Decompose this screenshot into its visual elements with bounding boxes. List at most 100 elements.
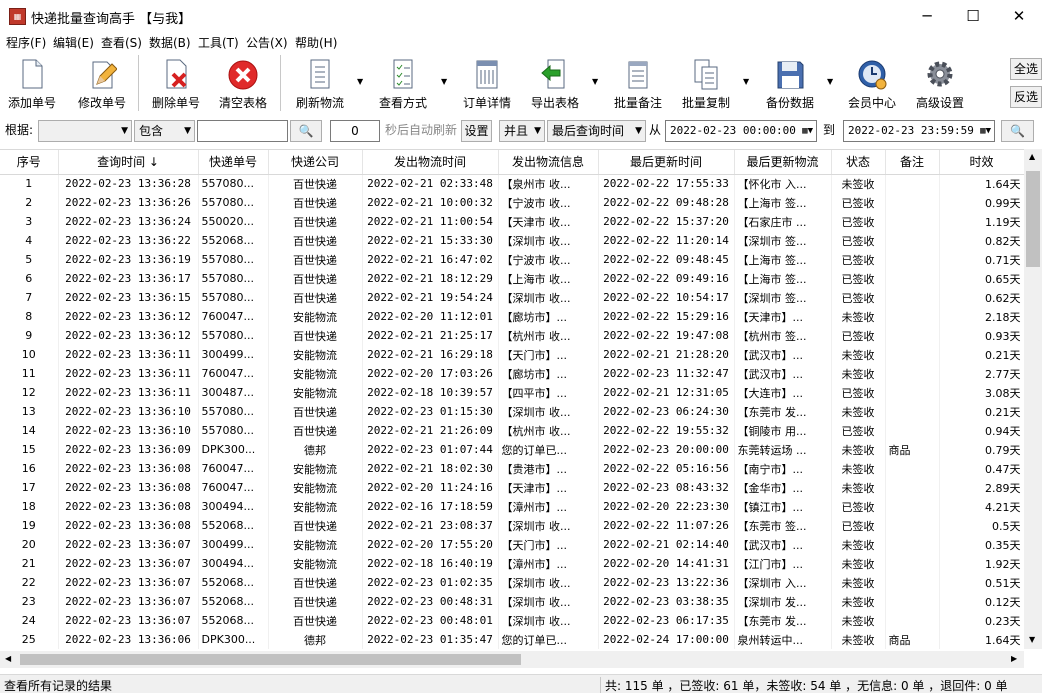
cell-tracking-number[interactable]: DPK300... <box>198 440 269 459</box>
member-center-button[interactable]: 会员中心 <box>842 55 902 111</box>
cell-courier[interactable]: 百世快递 <box>268 421 363 440</box>
batch-note-button[interactable]: 批量备注 <box>608 55 668 111</box>
cell-update-time[interactable]: 2022-02-22 09:49:16 <box>598 269 735 288</box>
cell-note[interactable] <box>885 402 940 421</box>
table-row[interactable]: 7 2022-02-23 13:36:15 557080... 百世快递 2022-02… <box>0 288 1024 307</box>
cell-status[interactable]: 已签收 <box>831 497 886 516</box>
scroll-right-icon[interactable]: ▶ <box>1011 654 1017 663</box>
cell-courier[interactable]: 安能物流 <box>268 364 363 383</box>
cell-note[interactable] <box>885 174 940 193</box>
cell-duration[interactable]: 3.08天 <box>939 383 1024 402</box>
cell-courier[interactable]: 百世快递 <box>268 250 363 269</box>
table-row[interactable]: 13 2022-02-23 13:36:10 557080... 百世快递 2022-0… <box>0 402 1024 421</box>
cell-tracking-number[interactable]: 552068... <box>198 516 269 535</box>
col-header-update-time[interactable]: 最后更新时间 <box>598 150 735 175</box>
cell-status[interactable]: 未签收 <box>831 478 886 497</box>
cell-ship-time[interactable]: 2022-02-21 19:54:24 <box>362 288 499 307</box>
cell-tracking-number[interactable]: 557080... <box>198 402 269 421</box>
cell-note[interactable] <box>885 288 940 307</box>
cell-duration[interactable]: 0.12天 <box>939 592 1024 611</box>
table-row[interactable]: 1 2022-02-23 13:36:28 557080... 百世快递 2022-02… <box>0 174 1024 193</box>
cell-ship-info[interactable]: 【漳州市】... <box>498 497 599 516</box>
vertical-scroll-thumb[interactable] <box>1026 171 1040 267</box>
cell-index[interactable]: 17 <box>0 478 59 497</box>
cell-duration[interactable]: 2.77天 <box>939 364 1024 383</box>
cell-update-info[interactable]: 泉州转运中... <box>734 630 832 649</box>
cell-update-info[interactable]: 【深圳市 发... <box>734 592 832 611</box>
col-header-note[interactable]: 备注 <box>885 150 940 175</box>
cell-update-info[interactable]: 【东莞市 签... <box>734 516 832 535</box>
cell-query-time[interactable]: 2022-02-23 13:36:15 <box>58 288 199 307</box>
cell-duration[interactable]: 0.5天 <box>939 516 1024 535</box>
cell-ship-info[interactable]: 【深圳市 收... <box>498 573 599 592</box>
cell-note[interactable] <box>885 364 940 383</box>
cell-note[interactable] <box>885 212 940 231</box>
cell-ship-info[interactable]: 【天门市】... <box>498 535 599 554</box>
cell-update-info[interactable]: 【大连市】... <box>734 383 832 402</box>
cell-update-info[interactable]: 【武汉市】... <box>734 364 832 383</box>
cell-note[interactable] <box>885 307 940 326</box>
cell-status[interactable]: 未签收 <box>831 174 886 193</box>
cell-update-info[interactable]: 【金华市】... <box>734 478 832 497</box>
table-row[interactable]: 21 2022-02-23 13:36:07 300494... 安能物流 2022-0… <box>0 554 1024 573</box>
table-row[interactable]: 6 2022-02-23 13:36:17 557080... 百世快递 2022-02… <box>0 269 1024 288</box>
cell-update-time[interactable]: 2022-02-22 11:20:14 <box>598 231 735 250</box>
cell-duration[interactable]: 2.18天 <box>939 307 1024 326</box>
cell-index[interactable]: 9 <box>0 326 59 345</box>
cell-ship-info[interactable]: 【深圳市 收... <box>498 592 599 611</box>
menu-notice[interactable]: 公告(X) <box>246 34 288 51</box>
cell-ship-time[interactable]: 2022-02-21 02:33:48 <box>362 174 499 193</box>
cell-note[interactable] <box>885 592 940 611</box>
horizontal-scroll-thumb[interactable] <box>20 654 521 665</box>
cell-ship-info[interactable]: 【上海市 收... <box>498 269 599 288</box>
cell-note[interactable] <box>885 459 940 478</box>
table-row[interactable]: 25 2022-02-23 13:36:06 DPK300... 德邦 2022-02-… <box>0 630 1024 649</box>
cell-ship-info[interactable]: 【四平市】... <box>498 383 599 402</box>
cell-status[interactable]: 已签收 <box>831 383 886 402</box>
cell-tracking-number[interactable]: DPK300... <box>198 630 269 649</box>
cell-query-time[interactable]: 2022-02-23 13:36:09 <box>58 440 199 459</box>
cell-update-info[interactable]: 东莞转运场 ... <box>734 440 832 459</box>
cell-duration[interactable]: 0.47天 <box>939 459 1024 478</box>
cell-courier[interactable]: 百世快递 <box>268 402 363 421</box>
vertical-scrollbar[interactable]: ▲ ▼ <box>1024 149 1042 649</box>
cell-update-info[interactable]: 【铜陵市 用... <box>734 421 832 440</box>
cell-note[interactable] <box>885 326 940 345</box>
cell-index[interactable]: 20 <box>0 535 59 554</box>
cell-ship-time[interactable]: 2022-02-20 17:55:20 <box>362 535 499 554</box>
cell-status[interactable]: 已签收 <box>831 231 886 250</box>
cell-ship-info[interactable]: 【深圳市 收... <box>498 516 599 535</box>
chevron-down-icon[interactable]: ▼ <box>592 77 598 86</box>
cell-query-time[interactable]: 2022-02-23 13:36:22 <box>58 231 199 250</box>
scroll-left-icon[interactable]: ◀ <box>5 654 11 663</box>
cell-status[interactable]: 未签收 <box>831 535 886 554</box>
cell-ship-time[interactable]: 2022-02-18 16:40:19 <box>362 554 499 573</box>
cell-update-time[interactable]: 2022-02-22 09:48:28 <box>598 193 735 212</box>
cell-update-time[interactable]: 2022-02-22 19:55:32 <box>598 421 735 440</box>
cell-courier[interactable]: 百世快递 <box>268 592 363 611</box>
cell-status[interactable]: 未签收 <box>831 440 886 459</box>
cell-duration[interactable]: 0.99天 <box>939 193 1024 212</box>
cell-ship-info[interactable]: 【天门市】... <box>498 345 599 364</box>
cell-query-time[interactable]: 2022-02-23 13:36:08 <box>58 516 199 535</box>
cell-query-time[interactable]: 2022-02-23 13:36:17 <box>58 269 199 288</box>
cell-update-info[interactable]: 【怀化市 入... <box>734 174 832 193</box>
cell-note[interactable] <box>885 383 940 402</box>
maximize-button[interactable]: ☐ <box>950 0 996 32</box>
cell-duration[interactable]: 1.64天 <box>939 174 1024 193</box>
scroll-up-icon[interactable]: ▲ <box>1029 152 1035 161</box>
invert-selection-button[interactable]: 反选 <box>1010 86 1042 108</box>
cell-index[interactable]: 5 <box>0 250 59 269</box>
cell-ship-info[interactable]: 【深圳市 收... <box>498 231 599 250</box>
cell-ship-info[interactable]: 【杭州市 收... <box>498 421 599 440</box>
start-date-picker[interactable]: 2022-02-23 00:00:00 ▦▼ <box>665 120 817 142</box>
delete-order-button[interactable]: 删除单号 <box>148 55 204 111</box>
cell-ship-info[interactable]: 【深圳市 收... <box>498 402 599 421</box>
cell-index[interactable]: 10 <box>0 345 59 364</box>
cell-update-time[interactable]: 2022-02-22 19:47:08 <box>598 326 735 345</box>
cell-index[interactable]: 15 <box>0 440 59 459</box>
cell-courier[interactable]: 百世快递 <box>268 174 363 193</box>
cell-update-time[interactable]: 2022-02-22 15:29:16 <box>598 307 735 326</box>
table-row[interactable]: 16 2022-02-23 13:36:08 760047... 安能物流 2022-0… <box>0 459 1024 478</box>
cell-ship-time[interactable]: 2022-02-23 01:15:30 <box>362 402 499 421</box>
